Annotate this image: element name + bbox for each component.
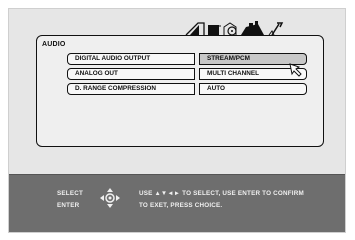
setting-label: DIGITAL AUDIO OUTPUT bbox=[67, 53, 195, 65]
osd-screen: AUDIO DIGITAL AUDIO OUTPUT STREAM/PCM AN… bbox=[8, 8, 346, 233]
picture-tab-icon[interactable] bbox=[208, 25, 221, 35]
wrench-tab-icon[interactable] bbox=[268, 22, 284, 36]
joystick-arrows-icon bbox=[100, 188, 120, 208]
speaker-tab-icon[interactable] bbox=[241, 21, 264, 35]
help-text-line-1: USE ▲▼◄► TO SELECT, USE ENTER TO CONFIRM bbox=[139, 190, 304, 197]
setting-row-analog-out[interactable]: ANALOG OUT MULTI CHANNEL bbox=[67, 68, 307, 80]
setting-row-digital-audio-output[interactable]: DIGITAL AUDIO OUTPUT STREAM/PCM bbox=[67, 53, 307, 65]
audio-tab-icon[interactable] bbox=[185, 22, 205, 36]
setting-row-d-range-compression[interactable]: D. RANGE COMPRESSION AUTO bbox=[67, 83, 307, 95]
select-label: SELECT bbox=[57, 190, 84, 197]
setting-label: D. RANGE COMPRESSION bbox=[67, 83, 195, 95]
panel-title: AUDIO bbox=[42, 41, 66, 48]
enter-label: ENTER bbox=[57, 202, 80, 209]
setting-value[interactable]: AUTO bbox=[199, 83, 307, 95]
help-text-line-2: TO EXET, PRESS CHOICE. bbox=[139, 202, 223, 209]
pointer-cursor-icon bbox=[289, 63, 302, 77]
disc-tab-icon[interactable] bbox=[223, 22, 237, 36]
setting-label: ANALOG OUT bbox=[67, 68, 195, 80]
